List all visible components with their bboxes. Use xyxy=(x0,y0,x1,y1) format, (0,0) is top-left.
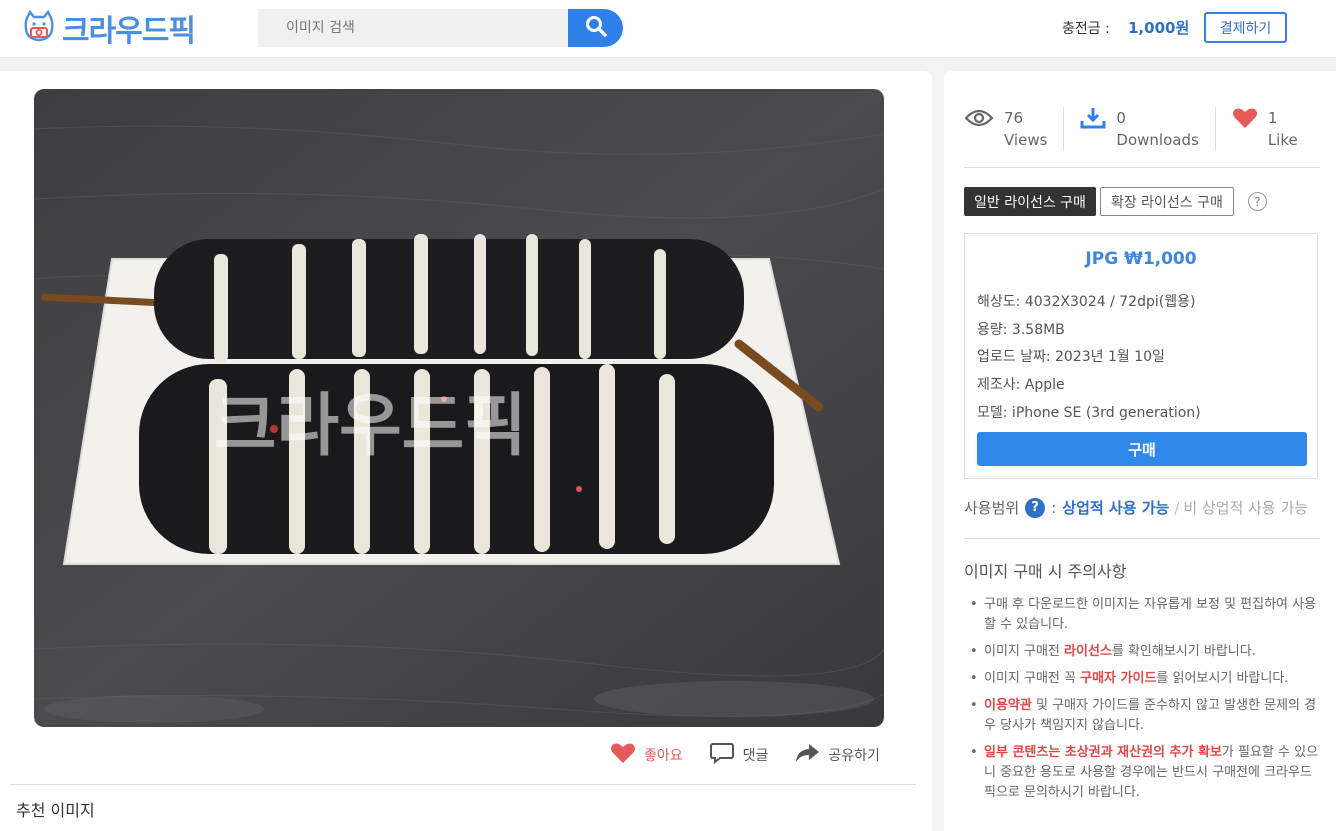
downloads-stat: 0 Downloads xyxy=(1080,107,1199,157)
likes-count: 1 xyxy=(1267,109,1278,127)
notice-emphasis: 일부 콘텐츠는 초상권과 재산권의 추가 확보 xyxy=(984,745,1222,760)
spec-upload-date: 업로드 날짜: 2023년 1월 10일 xyxy=(977,349,1165,365)
comment-icon xyxy=(709,742,735,768)
heart-icon xyxy=(1232,107,1258,133)
notice-list: 구매 후 다운로드한 이미지는 자유롭게 보정 및 편집하여 사용할 수 있습니… xyxy=(970,595,1320,810)
downloads-count: 0 xyxy=(1116,109,1126,127)
license-help-icon[interactable]: ? xyxy=(1247,192,1267,211)
share-arrow-icon xyxy=(794,742,820,768)
notice-title: 이미지 구매 시 주의사항 xyxy=(964,562,1127,581)
search-button[interactable] xyxy=(568,9,623,47)
likes-label: Like xyxy=(1267,131,1298,149)
recommend-title: 추천 이미지 xyxy=(16,801,95,820)
usage-slash: / xyxy=(1174,498,1180,517)
usage-non-commercial: 비 상업적 사용 가능 xyxy=(1183,499,1309,517)
notice-item: 이용약관 및 구매자 가이드를 준수하지 않고 발생한 문제의 경우 당사가 책… xyxy=(970,696,1320,736)
downloads-label: Downloads xyxy=(1116,131,1199,149)
notice-text: 이미지 구매전 꼭 xyxy=(984,671,1081,686)
divider xyxy=(964,538,1320,539)
image-panel: 크라우드픽 좋아요 댓글 공유하기 추천 이미지 xyxy=(0,71,932,831)
usage-colon: : xyxy=(1051,498,1057,517)
usage-commercial: 상업적 사용 가능 xyxy=(1062,499,1170,517)
image-actions: 좋아요 댓글 공유하기 xyxy=(610,741,906,769)
stat-separator xyxy=(1063,107,1065,151)
eye-icon xyxy=(964,107,994,133)
purchase-panel: 76 Views 0 Downloads 1 Like 일반 라이선스 구매 확… xyxy=(944,71,1336,831)
divider xyxy=(964,167,1320,168)
notice-text: 를 확인해보시기 바랍니다. xyxy=(1111,644,1256,659)
spec-resolution: 해상도: 4032X3024 / 72dpi(웹용) xyxy=(977,294,1196,310)
usage-scope: 사용범위 ? : 상업적 사용 가능 / 비 상업적 사용 가능 xyxy=(964,497,1308,518)
terms-link[interactable]: 이용약관 xyxy=(984,698,1032,713)
notice-text: 및 구매자 가이드를 준수하지 않고 발생한 문제의 경우 당사가 책임지지 않… xyxy=(984,698,1317,733)
logo[interactable]: 크라우드픽 xyxy=(22,8,196,49)
views-stat: 76 Views xyxy=(964,107,1047,157)
buyer-guide-link[interactable]: 구매자 가이드 xyxy=(1080,671,1156,686)
usage-label: 사용범위 xyxy=(964,499,1020,517)
share-button[interactable]: 공유하기 xyxy=(794,742,880,768)
notice-item: 이미지 구매전 라이선스를 확인해보시기 바랍니다. xyxy=(970,642,1320,662)
spec-size: 용량: 3.58MB xyxy=(977,322,1065,338)
comment-label: 댓글 xyxy=(742,748,769,764)
pay-button[interactable]: 결제하기 xyxy=(1204,12,1287,43)
views-label: Views xyxy=(1004,131,1048,149)
logo-text: 크라우드픽 xyxy=(62,14,196,49)
search-input[interactable] xyxy=(258,9,568,47)
license-tabs: 일반 라이선스 구매 확장 라이선스 구매 ? xyxy=(964,187,1267,216)
search-icon xyxy=(585,15,607,41)
usage-help-icon[interactable]: ? xyxy=(1025,497,1046,518)
notice-item: 이미지 구매전 꼭 구매자 가이드를 읽어보시기 바랍니다. xyxy=(970,669,1320,689)
spec-model: 모델: iPhone SE (3rd generation) xyxy=(977,405,1201,421)
buy-button[interactable]: 구매 xyxy=(977,432,1307,466)
heart-icon xyxy=(610,742,636,768)
tab-standard-license[interactable]: 일반 라이선스 구매 xyxy=(964,187,1096,216)
divider xyxy=(10,784,916,785)
watermark-text: 크라우드픽 xyxy=(214,387,527,466)
download-icon xyxy=(1080,107,1106,133)
like-button[interactable]: 좋아요 xyxy=(610,742,683,768)
top-header: 크라우드픽 충전금 : 1,000원 결제하기 xyxy=(0,0,1336,58)
search-bar xyxy=(258,9,623,47)
license-link[interactable]: 라이선스 xyxy=(1064,644,1112,659)
price-box: JPG ₩1,000 해상도: 4032X3024 / 72dpi(웹용) 용량… xyxy=(964,233,1318,479)
cat-camera-logo-icon xyxy=(22,9,56,47)
tab-extended-license[interactable]: 확장 라이선스 구매 xyxy=(1099,187,1234,216)
notice-text: 구매 후 다운로드한 이미지는 자유롭게 보정 및 편집하여 사용할 수 있습니… xyxy=(984,597,1317,632)
like-label: 좋아요 xyxy=(644,748,683,764)
price-title: JPG ₩1,000 xyxy=(1085,249,1197,269)
charge-amount: 1,000원 xyxy=(1128,19,1190,37)
notice-text: 이미지 구매전 xyxy=(984,644,1065,659)
notice-text: 를 읽어보시기 바랍니다. xyxy=(1156,671,1289,686)
kimbap-photo: 크라우드픽 xyxy=(34,89,884,727)
stat-separator xyxy=(1214,107,1216,151)
image-stats: 76 Views 0 Downloads 1 Like xyxy=(964,107,1320,157)
views-count: 76 xyxy=(1004,109,1024,127)
charge-label: 충전금 : xyxy=(1062,21,1110,37)
comment-button[interactable]: 댓글 xyxy=(709,742,769,768)
share-label: 공유하기 xyxy=(828,748,880,764)
notice-item: 일부 콘텐츠는 초상권과 재산권의 추가 확보가 필요할 수 있으니 중요한 용… xyxy=(970,743,1320,803)
notice-item: 구매 후 다운로드한 이미지는 자유롭게 보정 및 편집하여 사용할 수 있습니… xyxy=(970,595,1320,635)
spec-maker: 제조사: Apple xyxy=(977,377,1065,393)
likes-stat[interactable]: 1 Like xyxy=(1232,107,1298,157)
